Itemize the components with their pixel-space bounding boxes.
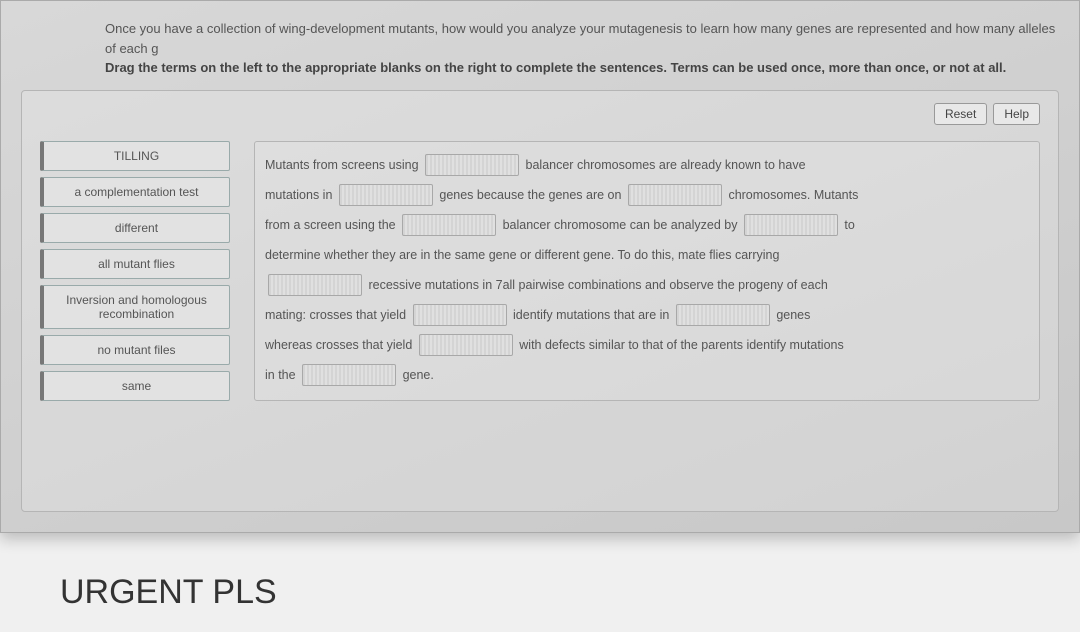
- instruction-line1: Once you have a collection of wing-devel…: [105, 21, 1055, 56]
- term-inversion-recombination[interactable]: Inversion and homologous recombination: [40, 285, 230, 329]
- text: in the: [265, 368, 296, 382]
- instructions: Once you have a collection of wing-devel…: [1, 19, 1079, 84]
- instruction-line2: Drag the terms on the left to the approp…: [105, 60, 1006, 75]
- text: Mutants from screens using: [265, 158, 419, 172]
- exercise-panel: Once you have a collection of wing-devel…: [0, 0, 1080, 533]
- blank-2[interactable]: [339, 184, 433, 206]
- text: genes because the genes are on: [439, 188, 621, 202]
- text: chromosomes. Mutants: [728, 188, 858, 202]
- text: whereas crosses that yield: [265, 338, 412, 352]
- blank-3[interactable]: [628, 184, 722, 206]
- help-button[interactable]: Help: [993, 103, 1040, 125]
- text: balancer chromosomes are already known t…: [526, 158, 806, 172]
- text: identify mutations that are in: [513, 308, 669, 322]
- text: mutations in: [265, 188, 332, 202]
- text: gene.: [403, 368, 434, 382]
- term-all-mutant-flies[interactable]: all mutant flies: [40, 249, 230, 279]
- blank-5[interactable]: [744, 214, 838, 236]
- terms-column: TILLING a complementation test different…: [40, 141, 230, 401]
- urgent-caption: URGENT PLS: [0, 533, 1080, 632]
- blank-10[interactable]: [302, 364, 396, 386]
- text: genes: [776, 308, 810, 322]
- work-area: Reset Help TILLING a complementation tes…: [21, 90, 1059, 512]
- sentence-box: Mutants from screens using balancer chro…: [254, 141, 1040, 401]
- text: recessive mutations in 7all pairwise com…: [368, 278, 827, 292]
- term-complementation-test[interactable]: a complementation test: [40, 177, 230, 207]
- text: to: [844, 218, 854, 232]
- blank-8[interactable]: [676, 304, 770, 326]
- text: determine whether they are in the same g…: [265, 248, 779, 262]
- text: mating: crosses that yield: [265, 308, 406, 322]
- blank-1[interactable]: [425, 154, 519, 176]
- button-bar: Reset Help: [934, 103, 1040, 125]
- term-different[interactable]: different: [40, 213, 230, 243]
- reset-button[interactable]: Reset: [934, 103, 987, 125]
- term-same[interactable]: same: [40, 371, 230, 401]
- blank-9[interactable]: [419, 334, 513, 356]
- term-no-mutant-files[interactable]: no mutant files: [40, 335, 230, 365]
- text: balancer chromosome can be analyzed by: [503, 218, 738, 232]
- text: from a screen using the: [265, 218, 396, 232]
- text: with defects similar to that of the pare…: [519, 338, 843, 352]
- blank-6[interactable]: [268, 274, 362, 296]
- term-tilling[interactable]: TILLING: [40, 141, 230, 171]
- blank-7[interactable]: [413, 304, 507, 326]
- blank-4[interactable]: [402, 214, 496, 236]
